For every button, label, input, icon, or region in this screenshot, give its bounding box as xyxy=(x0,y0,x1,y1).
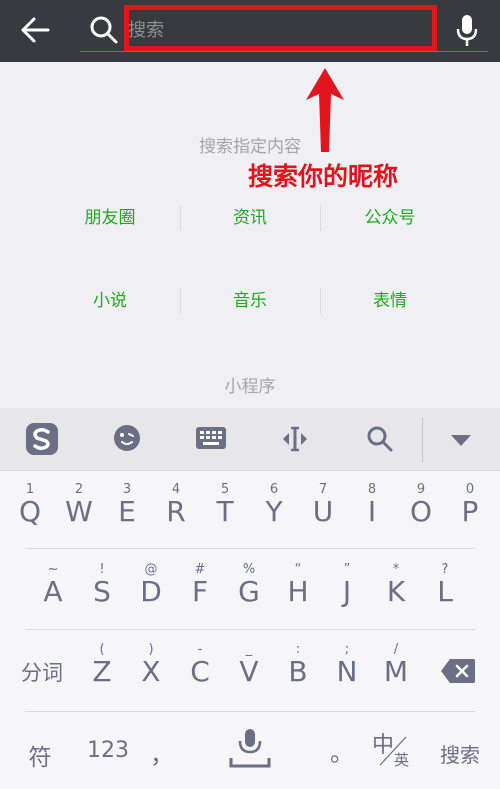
search-icon xyxy=(90,16,118,44)
collapse-keyboard-icon[interactable] xyxy=(450,433,472,447)
key-z[interactable]: (Z xyxy=(77,643,127,687)
numbers-key[interactable]: 123 xyxy=(80,738,136,763)
microphone-icon[interactable] xyxy=(456,14,478,48)
category-novels[interactable]: 小说 xyxy=(40,286,180,316)
language-switch-key[interactable]: 中 英 xyxy=(366,723,418,775)
category-row: 朋友圈 资讯 公众号 xyxy=(40,203,460,233)
key-n[interactable]: ; N xyxy=(322,643,372,687)
key-m[interactable]: / M xyxy=(371,643,421,687)
key-w[interactable]: 2W xyxy=(54,483,104,527)
emoji-icon[interactable] xyxy=(112,423,142,453)
category-row: 小说 音乐 表情 xyxy=(40,286,460,316)
space-voice-icon[interactable] xyxy=(228,726,272,770)
search-key[interactable]: 搜索 xyxy=(428,739,492,768)
key-u[interactable]: 7U xyxy=(298,483,348,527)
back-arrow-icon[interactable] xyxy=(18,15,52,45)
period-key[interactable]: 。 xyxy=(322,733,362,768)
keyboard: 1Q 2W 3E 4R 5T 6Y 7U 8I 9O 0P ~ A ! S @ D #… xyxy=(0,471,500,789)
key-y[interactable]: 6Y xyxy=(249,483,299,527)
category-moments[interactable]: 朋友圈 xyxy=(40,203,180,233)
key-d[interactable]: @ D xyxy=(126,563,176,607)
key-k[interactable]: * K xyxy=(371,563,421,607)
symbol-key[interactable]: 符 xyxy=(18,738,62,772)
key-j[interactable]: ” J xyxy=(322,563,372,607)
segment-key[interactable]: 分词 xyxy=(14,657,70,687)
row-separator xyxy=(25,548,475,549)
row-separator xyxy=(25,711,475,712)
key-q[interactable]: 1Q xyxy=(5,483,55,527)
keyboard-toolbar xyxy=(0,408,500,471)
key-x[interactable]: ) X xyxy=(126,643,176,687)
key-i[interactable]: 8I xyxy=(347,483,397,527)
toolbar-divider xyxy=(422,418,423,462)
category-official-accounts[interactable]: 公众号 xyxy=(320,203,460,233)
key-o[interactable]: 9O xyxy=(396,483,446,527)
category-music[interactable]: 音乐 xyxy=(180,286,320,316)
category-stickers[interactable]: 表情 xyxy=(320,286,460,316)
key-p[interactable]: 0P xyxy=(445,483,495,527)
cursor-move-icon[interactable] xyxy=(280,425,310,453)
key-t[interactable]: 5T xyxy=(200,483,250,527)
sogou-logo-icon[interactable] xyxy=(24,421,60,457)
key-r[interactable]: 4R xyxy=(151,483,201,527)
section-title: 搜索指定内容 xyxy=(199,137,301,157)
key-c[interactable]: -C xyxy=(175,643,225,687)
keyboard-icon[interactable] xyxy=(195,426,227,450)
key-b[interactable]: :B xyxy=(273,643,323,687)
search-underline xyxy=(80,51,488,52)
key-v[interactable]: _ V xyxy=(224,643,274,687)
key-a[interactable]: ~ A xyxy=(28,563,78,607)
key-g[interactable]: % G xyxy=(224,563,274,607)
key-f[interactable]: # F xyxy=(175,563,225,607)
key-h[interactable]: “H xyxy=(273,563,323,607)
row-separator xyxy=(25,629,475,630)
key-l[interactable]: ? L xyxy=(420,563,470,607)
annotation-highlight-box xyxy=(124,5,437,51)
key-s[interactable]: ! S xyxy=(77,563,127,607)
annotation-label: 搜索你的昵称 xyxy=(248,162,399,191)
comma-key[interactable]: ， xyxy=(142,735,182,770)
mini-program-link[interactable]: 小程序 xyxy=(0,372,500,397)
lang-sub-label: 英 xyxy=(394,751,410,769)
category-news[interactable]: 资讯 xyxy=(180,203,320,233)
key-e[interactable]: 3E xyxy=(102,483,152,527)
keyboard-search-icon[interactable] xyxy=(366,425,394,453)
backspace-icon[interactable] xyxy=(440,658,476,684)
